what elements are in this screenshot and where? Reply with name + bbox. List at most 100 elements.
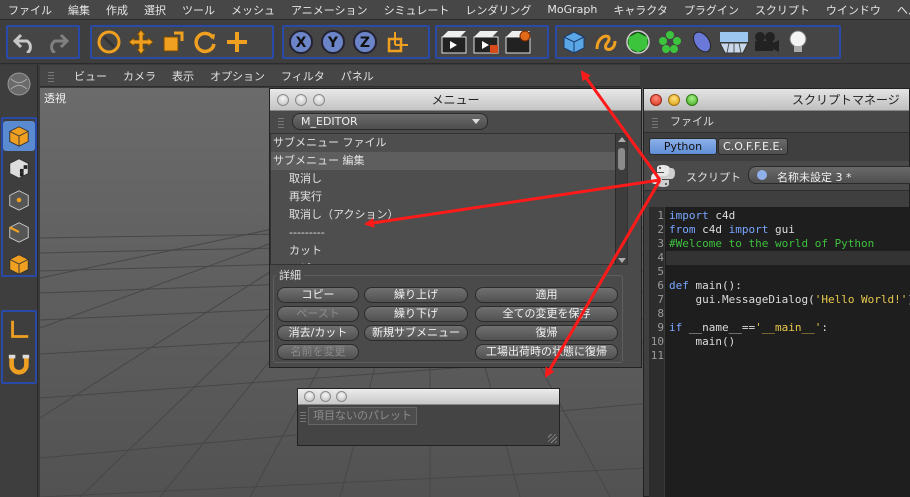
menu-item[interactable]: MoGraph	[539, 3, 605, 16]
close-icon[interactable]	[650, 94, 662, 106]
z-axis-icon[interactable]: Z	[350, 27, 380, 57]
zoom-icon[interactable]	[686, 94, 698, 106]
coordinate-system-icon[interactable]	[382, 27, 412, 57]
delete-cut-button[interactable]: 消去/カット	[277, 325, 359, 341]
menu-set-dropdown[interactable]: M_EDITOR	[292, 113, 488, 130]
rename-button[interactable]: 名前を変更	[277, 344, 359, 360]
move-down-button[interactable]: 繰り下げ	[364, 306, 468, 322]
floor-icon[interactable]	[719, 27, 749, 57]
copy-button[interactable]: コピー	[277, 287, 359, 303]
cube-icon[interactable]	[559, 27, 589, 57]
y-axis-icon[interactable]: Y	[318, 27, 348, 57]
resize-grip-icon[interactable]	[548, 434, 557, 443]
render-picture-viewer-icon[interactable]	[471, 27, 501, 57]
live-select-icon[interactable]	[94, 27, 124, 57]
close-icon[interactable]	[277, 94, 289, 106]
add-object-icon[interactable]	[222, 27, 252, 57]
menu-item[interactable]: キャラクタ	[605, 2, 676, 18]
palette-grip[interactable]	[300, 410, 306, 422]
menu-item[interactable]: ヘルプ	[889, 2, 910, 18]
scale-icon[interactable]	[158, 27, 188, 57]
code-editor[interactable]: 1 2 3 4 5 6 7 8 9 10 11 import c4d from c4d import…	[649, 207, 910, 497]
points-mode-icon[interactable]	[3, 153, 35, 183]
viewport-menu-grip[interactable]	[48, 70, 54, 82]
menu-item[interactable]: 選択	[136, 2, 174, 18]
menu-item[interactable]: メッシュ	[223, 2, 283, 18]
menu-tree-item[interactable]: ---------	[271, 224, 627, 242]
menu-item[interactable]: ウインドウ	[818, 2, 889, 18]
viewport-menu-item[interactable]: オプション	[202, 68, 273, 84]
script-dropdown[interactable]: 名称未設定 3 *	[748, 166, 910, 184]
menu-tree[interactable]: サブメニュー ファイル サブメニュー 編集 取消し 再実行 取消し（アクション） ----…	[270, 133, 628, 265]
tab-coffee[interactable]: C.O.F.F.E.E.	[718, 138, 788, 155]
zoom-icon[interactable]	[336, 391, 347, 402]
script-menubar-grip[interactable]	[652, 116, 658, 128]
menu-item[interactable]: スクリプト	[747, 2, 818, 18]
menu-tree-item[interactable]: 再実行	[271, 188, 627, 206]
menu-editor-titlebar[interactable]: メニュー	[270, 89, 641, 111]
minimize-icon[interactable]	[320, 391, 331, 402]
viewport-menu-item[interactable]: カメラ	[115, 68, 164, 84]
undo-icon[interactable]	[10, 27, 40, 57]
script-manager-titlebar[interactable]: スクリプトマネージ	[644, 89, 909, 111]
model-mode-icon[interactable]	[3, 69, 35, 99]
move-up-button[interactable]: 繰り上げ	[364, 287, 468, 303]
menu-tree-item[interactable]: カット	[271, 242, 627, 260]
menu-item[interactable]: レンダリング	[457, 2, 539, 18]
menu-item[interactable]: アニメーション	[283, 2, 376, 18]
menu-item[interactable]: プラグイン	[676, 2, 747, 18]
menu-tree-item[interactable]: 取消し	[271, 170, 627, 188]
minimize-icon[interactable]	[295, 94, 307, 106]
menu-item[interactable]: ファイル	[0, 2, 60, 18]
paste-button[interactable]: ペースト	[277, 306, 359, 322]
menu-editor-grip[interactable]	[278, 116, 284, 128]
light-icon[interactable]	[783, 27, 813, 57]
generator-icon[interactable]	[623, 27, 653, 57]
scroll-down-icon[interactable]	[618, 258, 626, 263]
menu-item[interactable]: 編集	[60, 2, 98, 18]
redo-icon[interactable]	[42, 27, 72, 57]
tab-python[interactable]: Python	[649, 138, 717, 155]
polygon-select-icon[interactable]	[3, 249, 35, 279]
axis-mode-icon[interactable]	[3, 315, 35, 345]
viewport-menu-item[interactable]: パネル	[333, 68, 382, 84]
script-label: スクリプト	[686, 171, 741, 184]
rotate-icon[interactable]	[190, 27, 220, 57]
save-all-button[interactable]: 全ての変更を保存	[475, 306, 618, 322]
revert-button[interactable]: 復帰	[475, 325, 618, 341]
empty-palette-button[interactable]: 項目ないのパレット	[308, 407, 417, 425]
menu-item[interactable]: シミュレート	[376, 2, 458, 18]
x-axis-icon[interactable]: X	[286, 27, 316, 57]
menu-tree-scrollbar[interactable]	[615, 134, 627, 264]
line-number: 2	[657, 223, 664, 236]
texture-mode-icon[interactable]	[3, 121, 35, 151]
file-menu[interactable]: ファイル	[670, 115, 714, 128]
apply-button[interactable]: 適用	[475, 287, 618, 303]
menu-tree-item[interactable]: コピー	[271, 260, 627, 264]
menu-tree-item[interactable]: サブメニュー ファイル	[271, 134, 627, 152]
mograph-icon[interactable]	[655, 27, 685, 57]
snap-icon[interactable]	[3, 349, 35, 379]
viewport-menu-item[interactable]: 表示	[164, 68, 202, 84]
render-view-icon[interactable]	[439, 27, 469, 57]
polygons-mode-icon[interactable]	[3, 217, 35, 247]
new-submenu-button[interactable]: 新規サブメニュー	[364, 325, 468, 341]
viewport-menu-item[interactable]: ビュー	[66, 68, 115, 84]
scroll-up-icon[interactable]	[618, 137, 626, 142]
edges-mode-icon[interactable]	[3, 185, 35, 215]
menu-tree-item[interactable]: サブメニュー 編集	[271, 152, 627, 170]
menu-item[interactable]: ツール	[174, 2, 223, 18]
render-settings-icon[interactable]	[503, 27, 533, 57]
spline-icon[interactable]	[591, 27, 621, 57]
camera-icon[interactable]	[751, 27, 781, 57]
zoom-icon[interactable]	[313, 94, 325, 106]
menu-tree-item[interactable]: 取消し（アクション）	[271, 206, 627, 224]
close-icon[interactable]	[304, 391, 315, 402]
menu-item[interactable]: 作成	[98, 2, 136, 18]
factory-reset-button[interactable]: 工場出荷時の状態に復帰	[475, 344, 618, 360]
scroll-thumb[interactable]	[618, 148, 625, 170]
viewport-menu-item[interactable]: フィルタ	[273, 68, 333, 84]
deformer-icon[interactable]	[687, 27, 717, 57]
minimize-icon[interactable]	[668, 94, 680, 106]
move-icon[interactable]	[126, 27, 156, 57]
